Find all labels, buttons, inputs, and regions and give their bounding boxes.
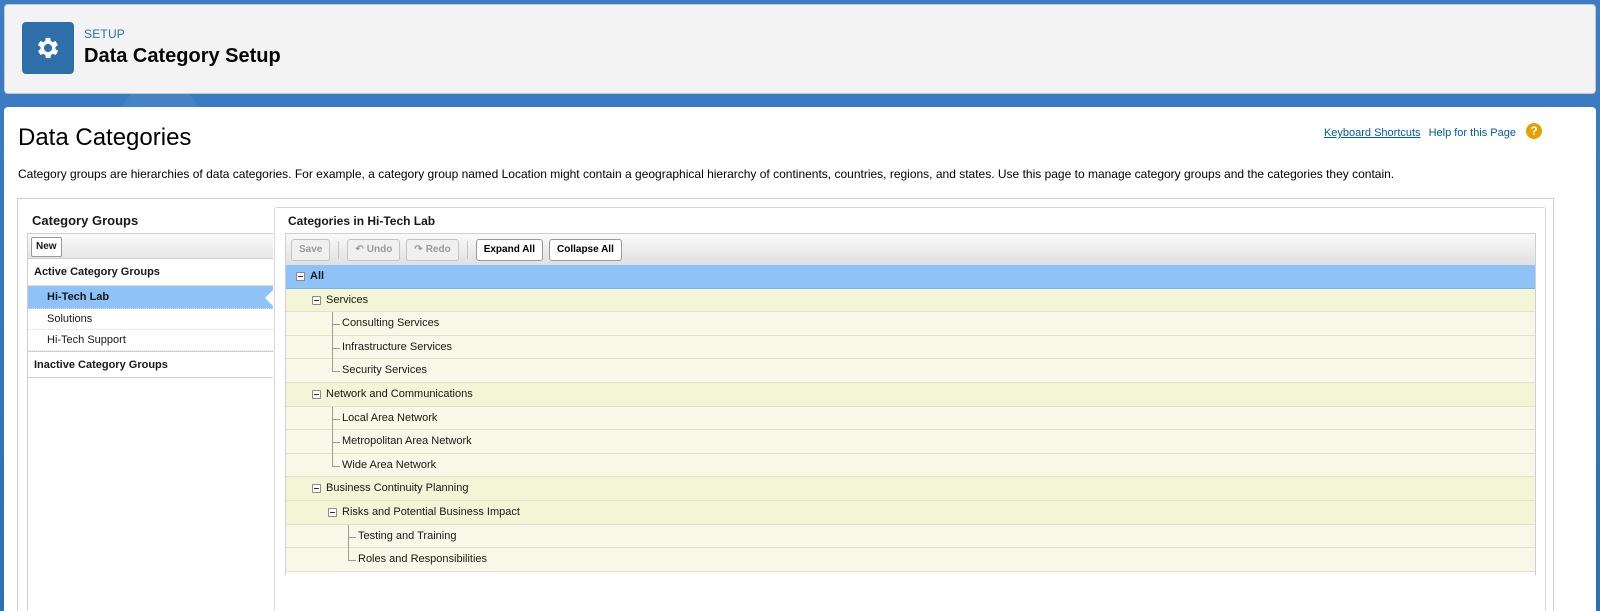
page-description: Category groups are hierarchies of data … — [18, 167, 1395, 181]
tree-connector — [332, 347, 340, 349]
tree-item-label: Metropolitan Area Network — [342, 435, 472, 448]
tree-connector — [348, 548, 349, 561]
tree-connector — [348, 560, 356, 562]
tree-row[interactable]: Testing and Training — [286, 524, 1535, 549]
tree-connector — [332, 453, 333, 466]
tree-item-label: Local Area Network — [342, 411, 438, 424]
categories-toolbar: Save ↶ Undo ↷ Redo Expand All Collapse A… — [285, 233, 1536, 265]
tree-item-label: Network and Communications — [326, 387, 473, 400]
collapse-all-button[interactable]: Collapse All — [549, 238, 622, 261]
inactive-groups-header: Inactive Category Groups — [28, 351, 273, 378]
undo-icon: ↶ — [355, 243, 364, 255]
category-groups-title: Category Groups — [32, 213, 139, 228]
help-for-page-link[interactable]: Help for this Page — [1429, 127, 1516, 139]
collapse-toggle-icon[interactable] — [328, 507, 337, 517]
redo-icon: ↷ — [414, 243, 423, 255]
active-groups-header: Active Category Groups — [28, 259, 273, 286]
tree-row[interactable]: Security Services — [286, 359, 1535, 383]
toolbar-separator — [338, 240, 340, 259]
tree-item-label: Infrastructure Services — [342, 340, 453, 353]
help-links: Keyboard Shortcuts Help for this Page — [1324, 127, 1516, 139]
undo-button[interactable]: ↶ Undo — [347, 238, 401, 261]
tree-row[interactable]: Roles and Responsibilities — [286, 548, 1535, 572]
category-groups-list: New Active Category Groups Hi-Tech Lab S… — [27, 233, 273, 611]
tree-row[interactable]: Local Area Network — [286, 406, 1535, 431]
tree-connector — [332, 359, 333, 372]
tree-item-label: Roles and Responsibilities — [358, 553, 488, 566]
setup-header: SETUP Data Category Setup — [4, 4, 1596, 94]
tree-row[interactable]: Consulting Services — [286, 312, 1535, 337]
tree-connector — [332, 442, 340, 444]
tree-row[interactable]: Risks and Potential Business Impact — [286, 500, 1535, 525]
tree-connector — [348, 536, 356, 538]
tree-item-label: Risks and Potential Business Impact — [342, 505, 520, 518]
help-icon[interactable]: ? — [1526, 123, 1542, 139]
tree-item-label: Testing and Training — [358, 529, 457, 542]
group-item-solutions[interactable]: Solutions — [28, 309, 273, 330]
new-category-group-button[interactable]: New — [31, 237, 62, 257]
tree-item-label: Wide Area Network — [342, 458, 437, 471]
group-item-hi-tech-support[interactable]: Hi-Tech Support — [28, 330, 273, 351]
expand-all-button[interactable]: Expand All — [475, 238, 543, 261]
tree-row[interactable]: Wide Area Network — [286, 453, 1535, 478]
tree-row[interactable]: All — [286, 265, 1535, 289]
category-tree: All Services Consulting Services Infrastruc… — [285, 265, 1536, 575]
category-setup-panel: Category Groups New Active Category Grou… — [17, 198, 1554, 611]
redo-label: Redo — [425, 243, 451, 255]
categories-panel: Categories in Hi-Tech Lab Save ↶ Undo ↷ … — [274, 207, 1546, 611]
tree-item-label: Business Continuity Planning — [326, 482, 469, 495]
header-title: Data Category Setup — [84, 45, 281, 67]
categories-title: Categories in Hi-Tech Lab — [288, 214, 436, 228]
redo-button[interactable]: ↷ Redo — [406, 238, 459, 261]
undo-label: Undo — [366, 243, 393, 255]
tree-row[interactable]: Metropolitan Area Network — [286, 430, 1535, 455]
keyboard-shortcuts-link[interactable]: Keyboard Shortcuts — [1324, 127, 1421, 139]
page-title: Data Categories — [18, 124, 192, 151]
collapse-toggle-icon[interactable] — [312, 295, 321, 305]
category-groups-panel: Category Groups New Active Category Grou… — [27, 199, 273, 611]
tree-row[interactable]: Business Continuity Planning — [286, 477, 1535, 501]
tree-connector — [332, 371, 340, 373]
tree-item-label: Services — [326, 293, 369, 306]
tree-connector — [332, 324, 340, 326]
gear-icon — [22, 22, 74, 74]
tree-item-label: Consulting Services — [342, 317, 440, 330]
header-eyebrow: SETUP — [84, 27, 126, 41]
collapse-toggle-icon[interactable] — [296, 272, 305, 281]
tree-connector — [332, 465, 340, 467]
tree-row[interactable]: Infrastructure Services — [286, 335, 1535, 360]
toolbar-separator — [466, 240, 468, 259]
tree-item-label: Security Services — [342, 364, 427, 377]
group-item-hi-tech-lab[interactable]: Hi-Tech Lab — [28, 286, 273, 309]
tree-item-label: All — [310, 270, 325, 282]
main-content: Data Categories Keyboard Shortcuts Help … — [4, 107, 1596, 611]
collapse-toggle-icon[interactable] — [312, 389, 321, 399]
save-button[interactable]: Save — [291, 238, 331, 261]
collapse-toggle-icon[interactable] — [312, 484, 321, 494]
tree-row[interactable]: Services — [286, 288, 1535, 313]
tree-connector — [332, 418, 340, 420]
category-groups-toolbar: New — [28, 233, 273, 259]
tree-row[interactable]: Network and Communications — [286, 382, 1535, 407]
